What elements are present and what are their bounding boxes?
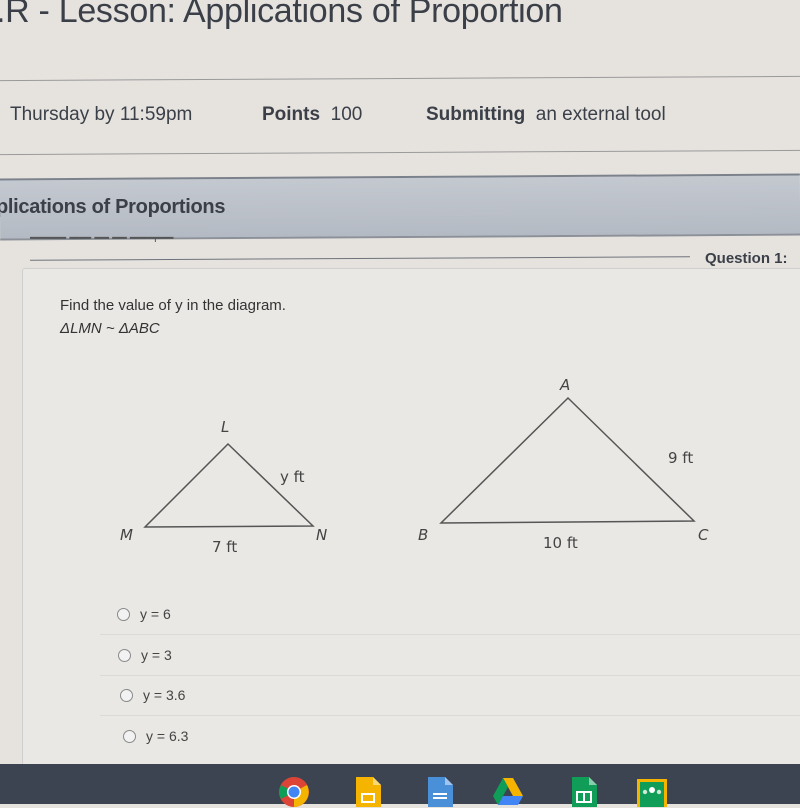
- vertex-b: B: [418, 526, 428, 544]
- answer-option-label: y = 3: [141, 647, 172, 663]
- answer-option[interactable]: y = 3.6: [120, 687, 185, 703]
- vertex-c: C: [698, 526, 709, 544]
- side-mn-label: 7 ft: [212, 538, 237, 556]
- radio-button[interactable]: [120, 688, 133, 702]
- side-ln-label: y ft: [280, 468, 305, 486]
- option-divider: [100, 715, 800, 716]
- triangle-abc-shape: [439, 396, 696, 524]
- docs-icon[interactable]: [424, 776, 456, 808]
- radio-button[interactable]: [123, 729, 136, 743]
- answer-option-label: y = 6: [140, 606, 171, 622]
- vertex-n: N: [316, 526, 327, 544]
- drive-icon[interactable]: [492, 776, 524, 808]
- radio-button[interactable]: [118, 648, 131, 662]
- vertex-m: M: [120, 526, 133, 544]
- vertex-a: A: [559, 376, 570, 394]
- slides-icon[interactable]: [352, 776, 384, 808]
- answer-option-label: y = 3.6: [143, 687, 186, 703]
- answer-option[interactable]: y = 6: [117, 606, 171, 622]
- radio-button[interactable]: [117, 607, 130, 621]
- triangle-abc: A B C 9 ft 10 ft: [418, 376, 709, 552]
- classroom-icon[interactable]: [636, 776, 668, 808]
- os-taskbar: [0, 764, 800, 804]
- vertex-l: L: [221, 418, 229, 436]
- chrome-icon[interactable]: [278, 776, 310, 808]
- triangle-diagram: L M N y ft 7 ft A B C 9 ft 10 ft: [120, 376, 709, 556]
- option-divider: [100, 675, 800, 676]
- answer-option[interactable]: y = 3: [118, 647, 172, 663]
- answer-option-label: y = 6.3: [146, 728, 189, 744]
- option-divider: [100, 634, 800, 635]
- triangle-lmn: L M N y ft 7 ft: [120, 418, 327, 556]
- sheets-icon[interactable]: [568, 776, 600, 808]
- side-bc-label: 10 ft: [543, 534, 578, 552]
- side-ac-label: 9 ft: [668, 449, 693, 467]
- answer-option[interactable]: y = 6.3: [123, 728, 188, 744]
